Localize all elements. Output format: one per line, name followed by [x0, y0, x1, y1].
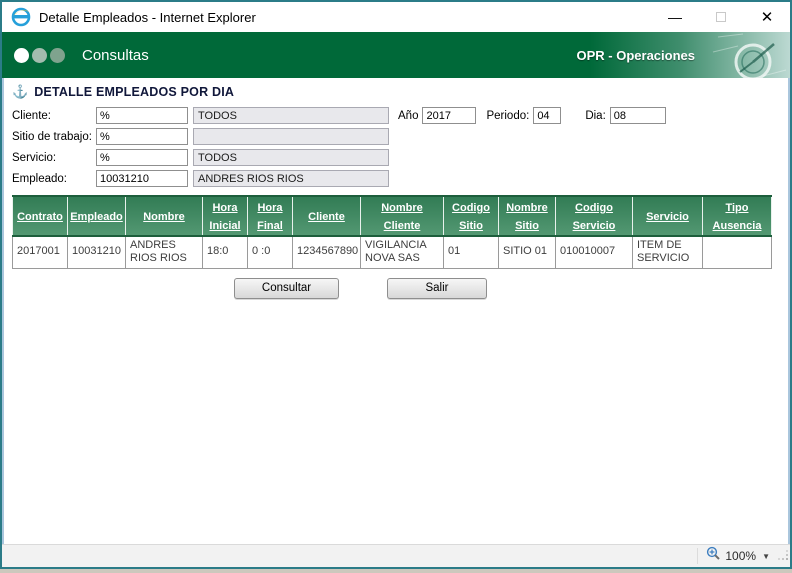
- cell-contrato: 2017001: [12, 235, 68, 269]
- anchor-icon: ⚓: [12, 84, 29, 99]
- table-header-row: Contrato Empleado Nombre Hora Inicial Ho…: [12, 195, 772, 237]
- sitio-input[interactable]: [96, 128, 188, 145]
- sort-link-nombre[interactable]: Nombre: [143, 211, 185, 223]
- consultar-button[interactable]: Consultar: [234, 277, 339, 299]
- dia-input[interactable]: [609, 107, 666, 124]
- sort-link-codigo-servicio[interactable]: Codigo Servicio: [573, 202, 616, 232]
- servicio-input[interactable]: [96, 149, 188, 166]
- status-bar: 100% ▼: [2, 544, 790, 567]
- button-row: Consultar Salir: [12, 277, 782, 299]
- page-heading: ⚓ DETALLE EMPLEADOS POR DIA: [12, 84, 782, 100]
- cell-empleado: 10031210: [67, 235, 126, 269]
- col-header-codigo-sitio: Codigo Sitio: [443, 195, 499, 237]
- cliente-display-field: TODOS: [193, 107, 389, 124]
- form-row-servicio: Servicio: TODOS: [12, 149, 782, 166]
- page-title: DETALLE EMPLEADOS POR DIA: [34, 85, 235, 99]
- sort-link-hora-inicial[interactable]: Hora Inicial: [209, 202, 240, 232]
- sort-link-cliente[interactable]: Cliente: [308, 211, 345, 223]
- col-header-nombre: Nombre: [125, 195, 203, 237]
- col-header-nombre-cliente: Nombre Cliente: [360, 195, 444, 237]
- page-content: ⚓ DETALLE EMPLEADOS POR DIA Cliente: TOD…: [2, 78, 790, 544]
- window-controls: — ✕: [652, 2, 790, 32]
- banner-dot-icon: [32, 47, 47, 63]
- cell-codigo-sitio: 01: [443, 235, 499, 269]
- cell-tipo-ausencia: [702, 235, 772, 269]
- module-title: Consultas: [82, 46, 149, 64]
- empleado-label: Empleado:: [12, 172, 67, 185]
- col-header-cliente: Cliente: [292, 195, 361, 237]
- col-header-tipo-ausencia: Tipo Ausencia: [702, 195, 772, 237]
- banner-dots: [14, 47, 68, 63]
- col-header-hora-inicial: Hora Inicial: [202, 195, 248, 237]
- status-separator: [697, 548, 699, 564]
- sort-link-hora-final[interactable]: Hora Final: [257, 202, 283, 232]
- cell-codigo-servicio: 010010007: [555, 235, 633, 269]
- cell-hora-final: 0 :0: [247, 235, 293, 269]
- servicio-label: Servicio:: [12, 151, 57, 164]
- cell-nombre: ANDRES RIOS RIOS: [125, 235, 203, 269]
- internet-explorer-icon: [11, 7, 31, 27]
- col-header-contrato: Contrato: [12, 195, 68, 237]
- operations-label: OPR - Operaciones: [576, 48, 695, 63]
- col-header-servicio: Servicio: [632, 195, 703, 237]
- zoom-level-label: 100%: [725, 549, 757, 563]
- periodo-input[interactable]: [533, 107, 562, 124]
- window-title: Detalle Empleados - Internet Explorer: [39, 9, 256, 25]
- banner-dot-icon: [50, 47, 65, 63]
- resize-grip[interactable]: [777, 548, 789, 566]
- sort-link-tipo-ausencia[interactable]: Tipo Ausencia: [713, 202, 762, 232]
- sort-link-nombre-sitio[interactable]: Nombre Sitio: [506, 202, 548, 232]
- empleado-input[interactable]: [96, 170, 188, 187]
- maximize-button[interactable]: [698, 2, 744, 32]
- sort-link-contrato[interactable]: Contrato: [17, 211, 63, 223]
- periodo-label: Periodo:: [486, 109, 530, 122]
- form-row-empleado: Empleado: ANDRES RIOS RIOS: [12, 170, 782, 187]
- servicio-display-field: TODOS: [193, 149, 389, 166]
- col-header-nombre-sitio: Nombre Sitio: [498, 195, 556, 237]
- sitio-display-field: [193, 128, 389, 145]
- col-header-hora-final: Hora Final: [247, 195, 293, 237]
- zoom-control[interactable]: 100% ▼: [706, 546, 776, 566]
- table-row: 2017001 10031210 ANDRES RIOS RIOS 18:0 0…: [12, 235, 772, 269]
- minimize-button[interactable]: —: [652, 2, 698, 32]
- ano-label: Año: [398, 109, 419, 122]
- zoom-dropdown-arrow-icon[interactable]: ▼: [762, 552, 770, 561]
- sort-link-nombre-cliente[interactable]: Nombre Cliente: [381, 202, 423, 232]
- dia-label: Dia:: [585, 109, 606, 122]
- date-fields: Año Periodo: Dia:: [398, 107, 666, 124]
- cliente-input[interactable]: [96, 107, 188, 124]
- banner-dot-icon: [14, 47, 29, 63]
- ie-window: Detalle Empleados - Internet Explorer — …: [0, 0, 792, 569]
- zoom-magnifier-icon: [706, 546, 721, 566]
- maximize-icon: [716, 12, 726, 22]
- results-table: Contrato Empleado Nombre Hora Inicial Ho…: [12, 195, 772, 269]
- cell-nombre-sitio: SITIO 01: [498, 235, 556, 269]
- empleado-display-field: ANDRES RIOS RIOS: [193, 170, 389, 187]
- col-header-empleado: Empleado: [67, 195, 126, 237]
- app-header-banner: Consultas OPR - Operaciones: [2, 32, 790, 78]
- close-button[interactable]: ✕: [744, 2, 790, 32]
- salir-button[interactable]: Salir: [387, 277, 487, 299]
- cell-hora-inicial: 18:0: [202, 235, 248, 269]
- ano-input[interactable]: [422, 107, 477, 124]
- sort-link-codigo-sitio[interactable]: Codigo Sitio: [452, 202, 490, 232]
- desktop-strip: [0, 569, 792, 573]
- sitio-label: Sitio de trabajo:: [12, 130, 92, 143]
- cell-servicio: ITEM DE SERVICIO: [632, 235, 703, 269]
- form-row-cliente: Cliente: TODOS Año Periodo: Dia:: [12, 107, 782, 124]
- cliente-label: Cliente:: [12, 109, 51, 122]
- sort-link-empleado[interactable]: Empleado: [70, 211, 123, 223]
- cell-cliente: 1234567890: [292, 235, 361, 269]
- title-bar: Detalle Empleados - Internet Explorer — …: [2, 2, 790, 32]
- col-header-codigo-servicio: Codigo Servicio: [555, 195, 633, 237]
- sort-link-servicio[interactable]: Servicio: [646, 211, 689, 223]
- cell-nombre-cliente: VIGILANCIA NOVA SAS: [360, 235, 444, 269]
- form-row-sitio: Sitio de trabajo:: [12, 128, 782, 145]
